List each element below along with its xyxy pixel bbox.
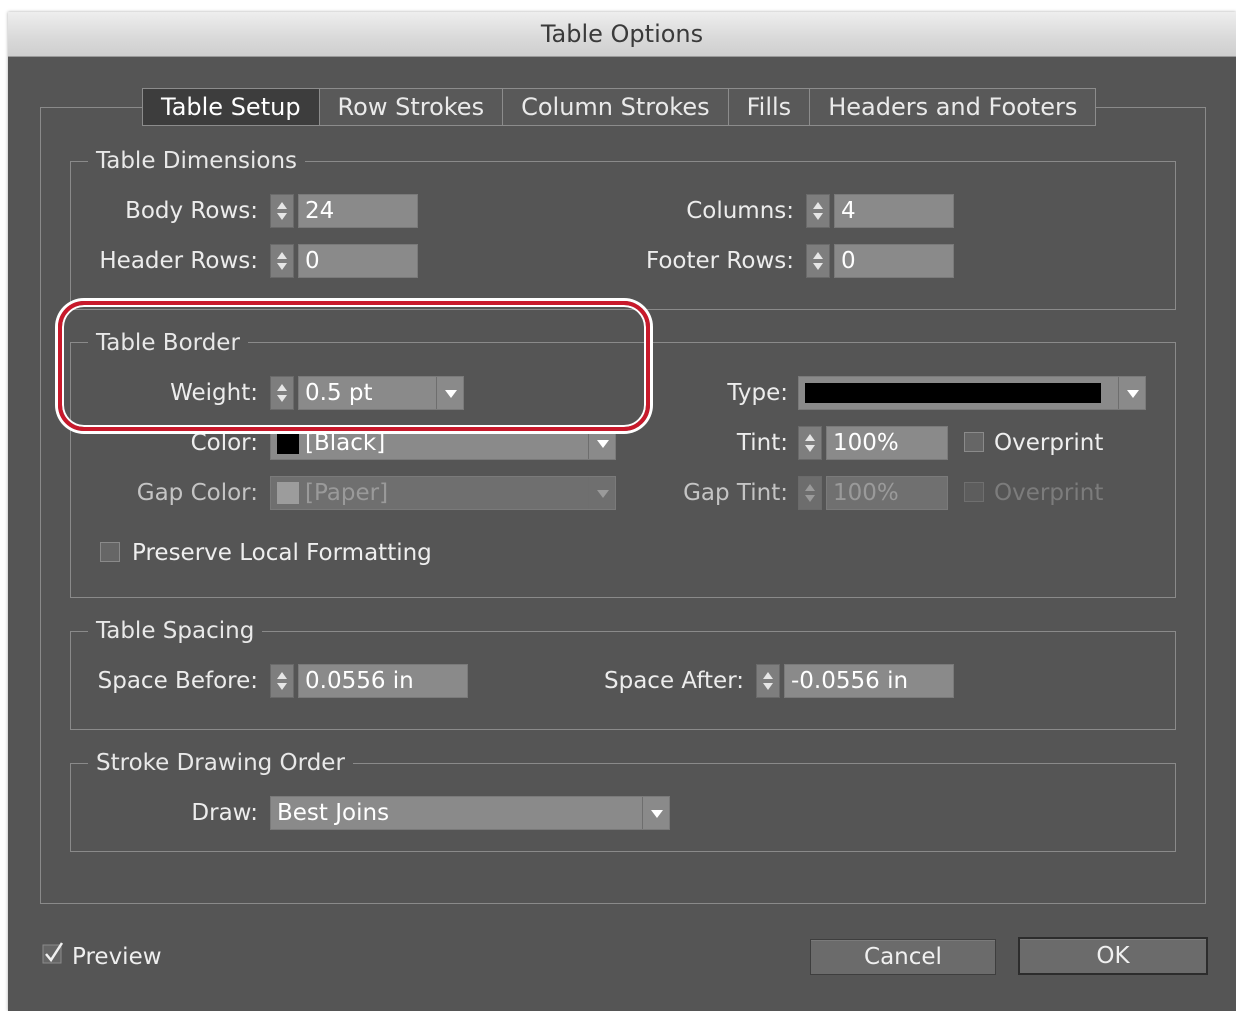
preview-label: Preview <box>72 944 162 970</box>
footer-rows-label: Footer Rows: <box>645 248 794 274</box>
type-dropdown-button[interactable] <box>1118 377 1145 409</box>
gap-tint-stepper[interactable] <box>798 476 822 510</box>
arrow-down-icon[interactable] <box>805 495 815 502</box>
overprint-checkbox[interactable] <box>964 432 984 452</box>
arrow-down-icon[interactable] <box>277 263 287 270</box>
chevron-down-icon <box>651 810 663 818</box>
arrow-down-icon[interactable] <box>277 213 287 220</box>
table-dimensions-legend: Table Dimensions <box>88 146 306 176</box>
space-after-stepper[interactable] <box>756 664 780 698</box>
stroke-type-preview <box>805 383 1101 403</box>
type-dropdown[interactable] <box>798 376 1146 410</box>
gap-overprint-checkbox[interactable] <box>964 482 984 502</box>
preserve-local-formatting-label: Preserve Local Formatting <box>132 540 432 566</box>
tint-input[interactable]: 100% <box>826 426 948 460</box>
arrow-up-icon[interactable] <box>805 434 815 441</box>
window-title: Table Options <box>540 20 704 48</box>
arrow-up-icon[interactable] <box>813 202 823 209</box>
stroke-drawing-order-legend: Stroke Drawing Order <box>88 748 353 778</box>
arrow-up-icon[interactable] <box>277 252 287 259</box>
checkmark-icon <box>42 942 64 964</box>
tab-fills[interactable]: Fills <box>728 88 811 126</box>
tab-headers-and-footers[interactable]: Headers and Footers <box>810 88 1097 126</box>
space-after-input[interactable]: -0.0556 in <box>784 664 954 698</box>
preview-checkbox[interactable] <box>42 942 64 964</box>
body-rows-input[interactable]: 24 <box>298 194 418 228</box>
chevron-down-icon <box>1127 390 1139 398</box>
arrow-down-icon[interactable] <box>277 683 287 690</box>
gap-overprint-label: Overprint <box>994 480 1104 506</box>
body-rows-label: Body Rows: <box>125 198 258 224</box>
header-rows-input[interactable]: 0 <box>298 244 418 278</box>
arrow-down-icon[interactable] <box>805 445 815 452</box>
preserve-local-formatting-checkbox[interactable] <box>100 542 120 562</box>
columns-label: Columns: <box>686 198 794 224</box>
gap-color-dropdown[interactable]: [Paper] <box>270 476 616 510</box>
gap-tint-input[interactable]: 100% <box>826 476 948 510</box>
draw-value: Best Joins <box>277 800 390 826</box>
header-rows-label: Header Rows: <box>99 248 258 274</box>
gap-color-swatch <box>277 482 299 504</box>
color-value: [Black] <box>305 430 386 456</box>
tint-label: Tint: <box>736 430 788 456</box>
color-dropdown[interactable]: [Black] <box>270 426 616 460</box>
draw-label: Draw: <box>191 800 258 826</box>
header-rows-stepper[interactable] <box>270 244 294 278</box>
highlight-callout <box>58 301 650 431</box>
gap-tint-label: Gap Tint: <box>683 480 788 506</box>
arrow-up-icon[interactable] <box>277 672 287 679</box>
columns-input[interactable]: 4 <box>834 194 954 228</box>
gap-color-value: [Paper] <box>305 480 389 506</box>
table-dimensions-group <box>70 161 1176 310</box>
arrow-up-icon[interactable] <box>813 252 823 259</box>
tab-table-setup[interactable]: Table Setup <box>142 88 320 126</box>
arrow-down-icon[interactable] <box>763 683 773 690</box>
color-swatch <box>277 432 299 454</box>
tab-row-strokes[interactable]: Row Strokes <box>319 88 504 126</box>
table-spacing-legend: Table Spacing <box>88 616 263 646</box>
arrow-up-icon[interactable] <box>763 672 773 679</box>
draw-dropdown-button[interactable] <box>642 797 669 829</box>
space-before-input[interactable]: 0.0556 in <box>298 664 468 698</box>
arrow-down-icon[interactable] <box>813 263 823 270</box>
footer-rows-input[interactable]: 0 <box>834 244 954 278</box>
overprint-label: Overprint <box>994 430 1104 456</box>
arrow-up-icon[interactable] <box>277 202 287 209</box>
space-after-label: Space After: <box>604 668 744 694</box>
arrow-down-icon[interactable] <box>813 213 823 220</box>
space-before-label: Space Before: <box>97 668 258 694</box>
color-label: Color: <box>190 430 258 456</box>
draw-dropdown[interactable]: Best Joins <box>270 796 670 830</box>
arrow-up-icon[interactable] <box>805 484 815 491</box>
gap-color-label: Gap Color: <box>136 480 258 506</box>
body-rows-stepper[interactable] <box>270 194 294 228</box>
space-before-stepper[interactable] <box>270 664 294 698</box>
footer-rows-stepper[interactable] <box>806 244 830 278</box>
tab-column-strokes[interactable]: Column Strokes <box>503 88 729 126</box>
cancel-button[interactable]: Cancel <box>810 939 996 975</box>
ok-button[interactable]: OK <box>1018 937 1208 975</box>
tint-stepper[interactable] <box>798 426 822 460</box>
tab-bar: Table Setup Row Strokes Column Strokes F… <box>142 88 1097 126</box>
columns-stepper[interactable] <box>806 194 830 228</box>
